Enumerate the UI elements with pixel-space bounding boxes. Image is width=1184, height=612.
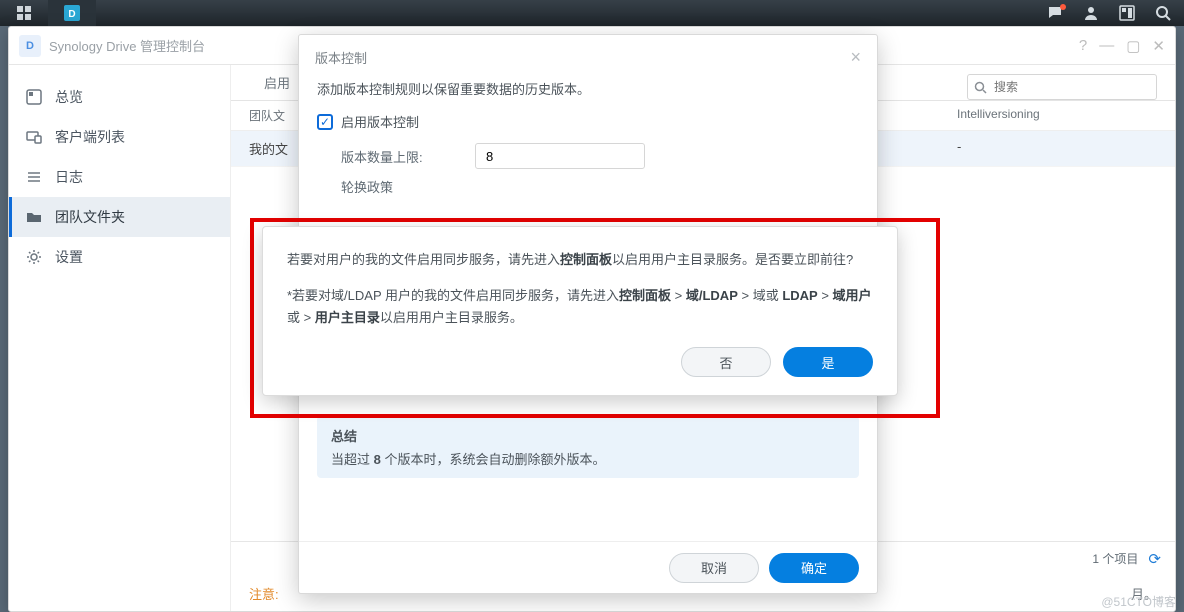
confirm-dialog: 若要对用户的我的文件启用同步服务，请先进入控制面板以启用用户主目录服务。是否要立… bbox=[262, 226, 898, 396]
sidebar-item-teamfolder[interactable]: 团队文件夹 bbox=[9, 197, 230, 237]
window-close-button[interactable]: ✕ bbox=[1152, 37, 1165, 55]
window-minimize-button[interactable]: — bbox=[1099, 37, 1114, 55]
search-input[interactable] bbox=[967, 74, 1157, 100]
tab-enable[interactable]: 启用 bbox=[249, 64, 305, 100]
note-label: 注意: bbox=[249, 584, 279, 603]
checkbox-label: 启用版本控制 bbox=[341, 112, 419, 131]
taskbar-dashboard-icon[interactable] bbox=[1112, 0, 1142, 26]
taskbar-chat-icon[interactable] bbox=[1040, 0, 1070, 26]
sidebar-item-label: 日志 bbox=[55, 167, 83, 187]
summary-bold: 8 bbox=[374, 452, 381, 467]
logs-icon bbox=[25, 169, 43, 185]
gear-icon bbox=[25, 249, 43, 265]
max-versions-input[interactable] bbox=[475, 143, 645, 169]
watermark: @51CTO博客 bbox=[1101, 593, 1176, 610]
table-cell: - bbox=[957, 139, 1157, 158]
sidebar-item-label: 设置 bbox=[55, 247, 83, 267]
sidebar-item-label: 客户端列表 bbox=[55, 127, 125, 147]
sidebar-item-label: 团队文件夹 bbox=[55, 207, 125, 227]
confirm-text-2: *若要对域/LDAP 用户的我的文件启用同步服务，请先进入控制面板 > 域/LD… bbox=[287, 285, 873, 329]
sidebar-item-settings[interactable]: 设置 bbox=[9, 237, 230, 277]
refresh-button[interactable]: ⟳ bbox=[1148, 550, 1161, 568]
modal-description: 添加版本控制规则以保留重要数据的历史版本。 bbox=[317, 79, 859, 98]
modal-close-button[interactable]: × bbox=[850, 47, 861, 68]
cancel-button[interactable]: 取消 bbox=[669, 553, 759, 583]
summary-title: 总结 bbox=[331, 426, 845, 445]
item-count: 1 个项目 bbox=[1092, 550, 1138, 567]
system-taskbar: D bbox=[0, 0, 1184, 26]
checkbox-checked-icon[interactable]: ✓ bbox=[317, 114, 333, 130]
app-title: Synology Drive 管理控制台 bbox=[49, 36, 205, 55]
taskbar-apps-icon[interactable] bbox=[0, 0, 48, 26]
rotation-policy-label: 轮换政策 bbox=[341, 177, 859, 196]
summary-text: 当超过 bbox=[331, 452, 374, 467]
overview-icon bbox=[25, 89, 43, 105]
table-header-col2: Intelliversioning bbox=[957, 107, 1157, 124]
sidebar-item-clients[interactable]: 客户端列表 bbox=[9, 117, 230, 157]
search-icon bbox=[974, 81, 987, 94]
taskbar-app-drive-icon[interactable]: D bbox=[48, 0, 96, 26]
sidebar-item-overview[interactable]: 总览 bbox=[9, 77, 230, 117]
sidebar-item-logs[interactable]: 日志 bbox=[9, 157, 230, 197]
folder-icon bbox=[25, 209, 43, 225]
taskbar-user-icon[interactable] bbox=[1076, 0, 1106, 26]
sidebar-item-label: 总览 bbox=[55, 87, 83, 107]
sidebar: 总览 客户端列表 日志 团队文件夹 设置 bbox=[9, 65, 231, 611]
yes-button[interactable]: 是 bbox=[783, 347, 873, 377]
clients-icon bbox=[25, 129, 43, 145]
window-maximize-button[interactable]: ▢ bbox=[1126, 37, 1140, 55]
summary-text: 个版本时，系统会自动删除额外版本。 bbox=[384, 452, 605, 467]
modal-title: 版本控制 bbox=[315, 48, 367, 67]
window-help-button[interactable]: ? bbox=[1079, 37, 1087, 55]
ok-button[interactable]: 确定 bbox=[769, 553, 859, 583]
no-button[interactable]: 否 bbox=[681, 347, 771, 377]
confirm-text-1: 若要对用户的我的文件启用同步服务，请先进入控制面板以启用用户主目录服务。是否要立… bbox=[287, 249, 873, 271]
max-versions-label: 版本数量上限: bbox=[341, 147, 461, 166]
app-logo-icon: D bbox=[19, 35, 41, 57]
summary-box: 总结 当超过 8 个版本时，系统会自动删除额外版本。 bbox=[317, 416, 859, 478]
taskbar-search-icon[interactable] bbox=[1148, 0, 1178, 26]
enable-version-checkbox-row[interactable]: ✓ 启用版本控制 bbox=[317, 112, 859, 131]
svg-text:D: D bbox=[68, 9, 75, 20]
